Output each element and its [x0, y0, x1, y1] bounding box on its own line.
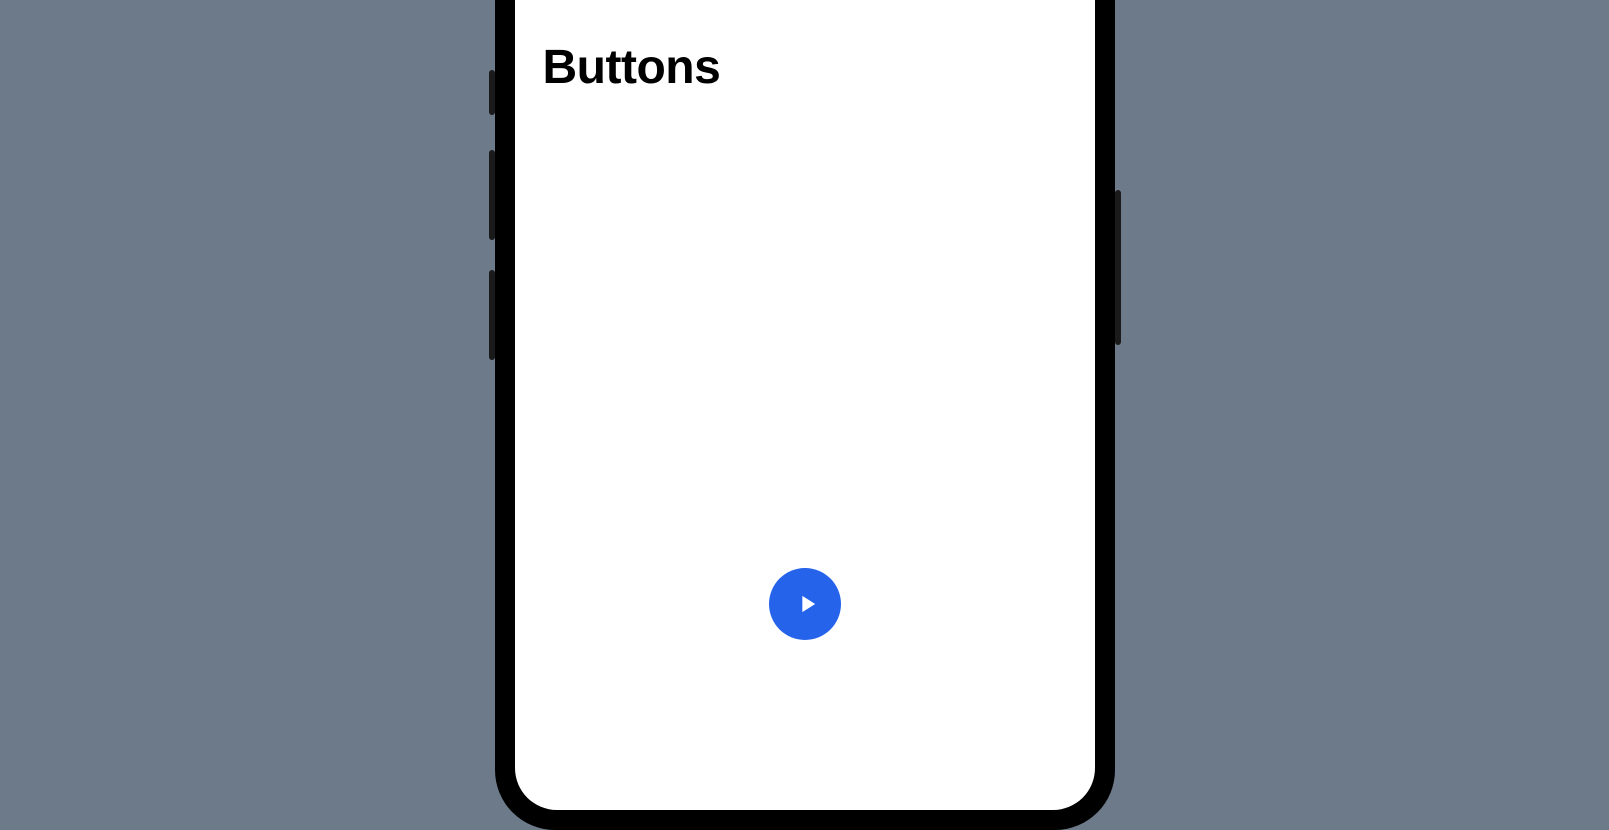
device-frame: Buttons — [495, 0, 1115, 830]
play-button[interactable] — [769, 568, 841, 640]
page-title: Buttons — [543, 40, 1067, 95]
side-button-volume-up — [489, 150, 495, 240]
side-button-volume-down — [489, 270, 495, 360]
side-button-power — [1115, 190, 1121, 345]
play-icon — [793, 590, 821, 618]
side-button-mute — [489, 70, 495, 115]
phone-screen: Buttons — [515, 0, 1095, 810]
app-content: Buttons — [515, 0, 1095, 810]
phone-body: Buttons — [495, 0, 1115, 830]
